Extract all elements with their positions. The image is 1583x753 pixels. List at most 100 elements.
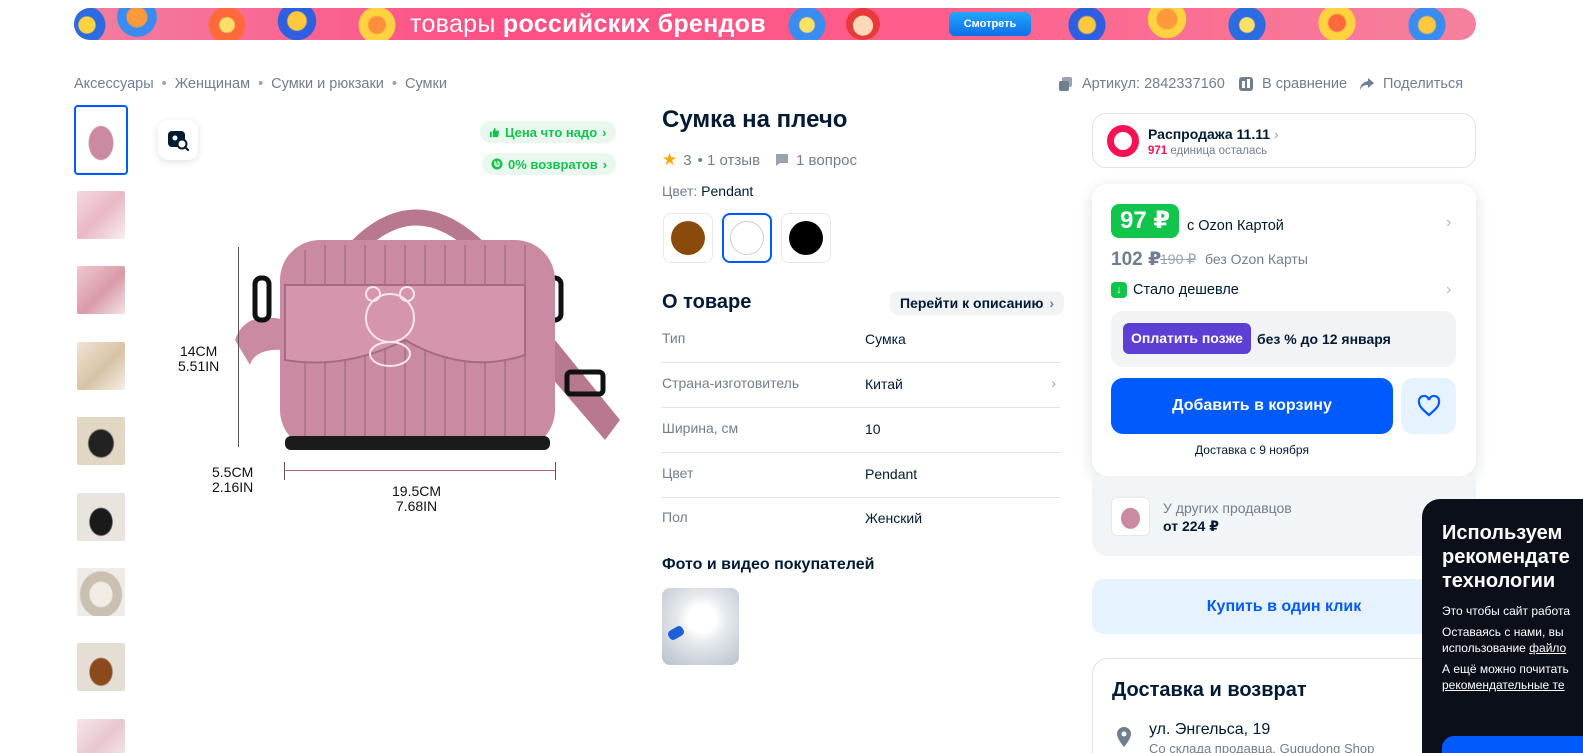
spec-row: Ширина, см 10 [662, 408, 1060, 453]
product-page: товары российских брендов Смотреть Аксес… [0, 0, 1583, 753]
flower-decoration [274, 8, 320, 40]
spec-row[interactable]: Страна-изготовитель Китай › [662, 363, 1060, 408]
bag-photo [77, 191, 125, 239]
gallery-thumbnail[interactable] [74, 414, 128, 468]
chevron-right-icon: › [602, 124, 607, 140]
breadcrumb-separator: • [258, 76, 264, 92]
gallery-thumbnail[interactable] [74, 263, 128, 317]
bag-photo [77, 493, 125, 541]
favorite-button[interactable] [1401, 378, 1456, 434]
bag-photo [77, 568, 125, 616]
color-swatch-brown[interactable] [663, 213, 713, 263]
zero-returns-badge[interactable]: 0% возвратов › [482, 153, 617, 175]
flower-decoration [1144, 8, 1190, 40]
cookie-recommend-link[interactable]: рекомендательные те [1442, 678, 1565, 692]
banner-view-button[interactable]: Смотреть [949, 12, 1031, 36]
product-main-image[interactable] [225, 190, 625, 460]
gallery-thumbnail[interactable] [74, 490, 128, 544]
breadcrumb-item[interactable]: Сумки и рюкзаки [271, 76, 384, 92]
buy-one-click-button[interactable]: Купить в один клик [1092, 579, 1476, 634]
gallery-thumbnail[interactable] [74, 339, 128, 393]
gallery-thumbnail[interactable] [74, 716, 128, 753]
flower-decoration [1224, 8, 1270, 40]
heart-icon [1417, 395, 1440, 417]
breadcrumb: Аксессуары • Женщинам • Сумки и рюкзаки • С… [74, 76, 447, 92]
article-text: Артикул: 2842337160 [1082, 76, 1225, 92]
thumbs-up-icon [489, 127, 500, 137]
banner-title: товары российских брендов [410, 10, 766, 38]
cookie-files-link[interactable]: файло [1529, 641, 1566, 655]
breadcrumb-separator: • [161, 76, 167, 92]
rating-row[interactable]: ★ 3 • 1 отзыв 1 вопрос [662, 150, 857, 170]
chevron-right-icon: › [1051, 375, 1056, 391]
dimension-line [284, 470, 556, 471]
price-drop-row[interactable]: ↓ Стало дешевле [1111, 282, 1239, 298]
spec-row: Цвет Pendant [662, 453, 1060, 498]
price-card: 97 ₽ с Ozon Картой › 102 ₽ 190 ₽ без Ozo… [1092, 184, 1476, 476]
chevron-right-icon[interactable]: › [1446, 214, 1451, 232]
promo-banner[interactable]: товары российских брендов Смотреть [74, 8, 1476, 40]
other-sellers-title: У других продавцов [1163, 500, 1292, 516]
bag-photo [77, 266, 125, 314]
arrow-down-icon: ↓ [1111, 282, 1127, 298]
card-price: 97 ₽ [1111, 204, 1180, 238]
add-to-cart-button[interactable]: Добавить в корзину [1111, 378, 1393, 434]
breadcrumb-separator: • [391, 76, 397, 92]
chevron-right-icon[interactable]: › [1446, 281, 1451, 299]
card-price-label: с Ozon Картой [1187, 218, 1284, 234]
chevron-right-icon: › [602, 156, 608, 172]
breadcrumb-item[interactable]: Сумки [405, 76, 447, 92]
flower-decoration [1314, 8, 1360, 40]
bag-photo [77, 417, 125, 465]
spec-row: Пол Женский [662, 509, 923, 526]
chevron-right-icon: › [1049, 295, 1055, 311]
product-title: Сумка на плечо [662, 106, 848, 133]
breadcrumb-item[interactable]: Женщинам [175, 76, 250, 92]
delivery-address[interactable]: ул. Энгельса, 19 [1149, 721, 1270, 739]
matryoshka-icon [846, 8, 880, 40]
breadcrumb-item[interactable]: Аксессуары [74, 76, 154, 92]
color-swatch-black[interactable] [781, 213, 831, 263]
other-sellers[interactable]: У других продавцов от 224 ₽ [1092, 476, 1476, 556]
color-swatch-white[interactable] [722, 213, 772, 263]
compare-button[interactable]: В сравнение [1238, 76, 1347, 92]
location-pin-icon [1117, 727, 1131, 747]
sale-stock: 971 единица осталась [1148, 145, 1268, 157]
delivery-return-card: Доставка и возврат ул. Энгельса, 19 Со с… [1092, 658, 1476, 753]
pay-later-block[interactable]: Оплатить позже без % до 12 января [1111, 311, 1456, 367]
color-value: Pendant [701, 183, 754, 199]
bag-photo [77, 342, 125, 390]
gallery-thumbnail[interactable] [74, 565, 128, 619]
pay-later-text: без % до 12 января [1257, 331, 1391, 347]
article-number[interactable]: Артикул: 2842337160 [1058, 76, 1225, 92]
about-title: О товаре [662, 291, 752, 313]
good-price-badge[interactable]: Цена что надо › [480, 121, 616, 143]
image-search-button[interactable] [158, 120, 198, 160]
flower-decoration [784, 8, 830, 40]
gallery-thumbnail[interactable] [74, 640, 128, 694]
width-dimension: 19.5CM 7.68IN [392, 483, 442, 514]
badge-label: Цена что надо [505, 124, 598, 140]
sale-banner[interactable]: Распродажа 11.11 › 971 единица осталась [1092, 113, 1476, 168]
customer-photo[interactable] [662, 588, 739, 665]
gallery-thumbnail[interactable] [74, 188, 128, 242]
flower-decoration [1404, 8, 1450, 40]
swatch-color [730, 221, 764, 255]
sale-title: Распродажа 11.11 › [1148, 126, 1279, 142]
spec-row: Тип Сумка [662, 318, 1060, 363]
star-icon: ★ [662, 150, 678, 169]
goto-description-button[interactable]: Перейти к описанию › [890, 291, 1065, 315]
cookie-ok-button[interactable]: Ок [1442, 736, 1583, 753]
cookie-text: А ещё можно почитать рекомендательные те [1442, 662, 1569, 692]
bag-photo [77, 110, 125, 170]
delivery-title: Доставка и возврат [1112, 679, 1307, 701]
share-button[interactable]: Поделиться [1359, 76, 1463, 92]
reviews-link[interactable]: • 1 отзыв [698, 152, 760, 169]
cookie-text: Это чтобы сайт работа [1442, 604, 1570, 618]
cookie-popup: Используем рекомендате технологии Это чтоб… [1422, 499, 1583, 753]
gallery-thumbnail[interactable] [74, 105, 128, 175]
questions-link[interactable]: 1 вопрос [796, 152, 857, 169]
flower-decoration [74, 8, 110, 40]
pay-later-button[interactable]: Оплатить позже [1123, 323, 1251, 354]
share-icon [1360, 78, 1374, 90]
